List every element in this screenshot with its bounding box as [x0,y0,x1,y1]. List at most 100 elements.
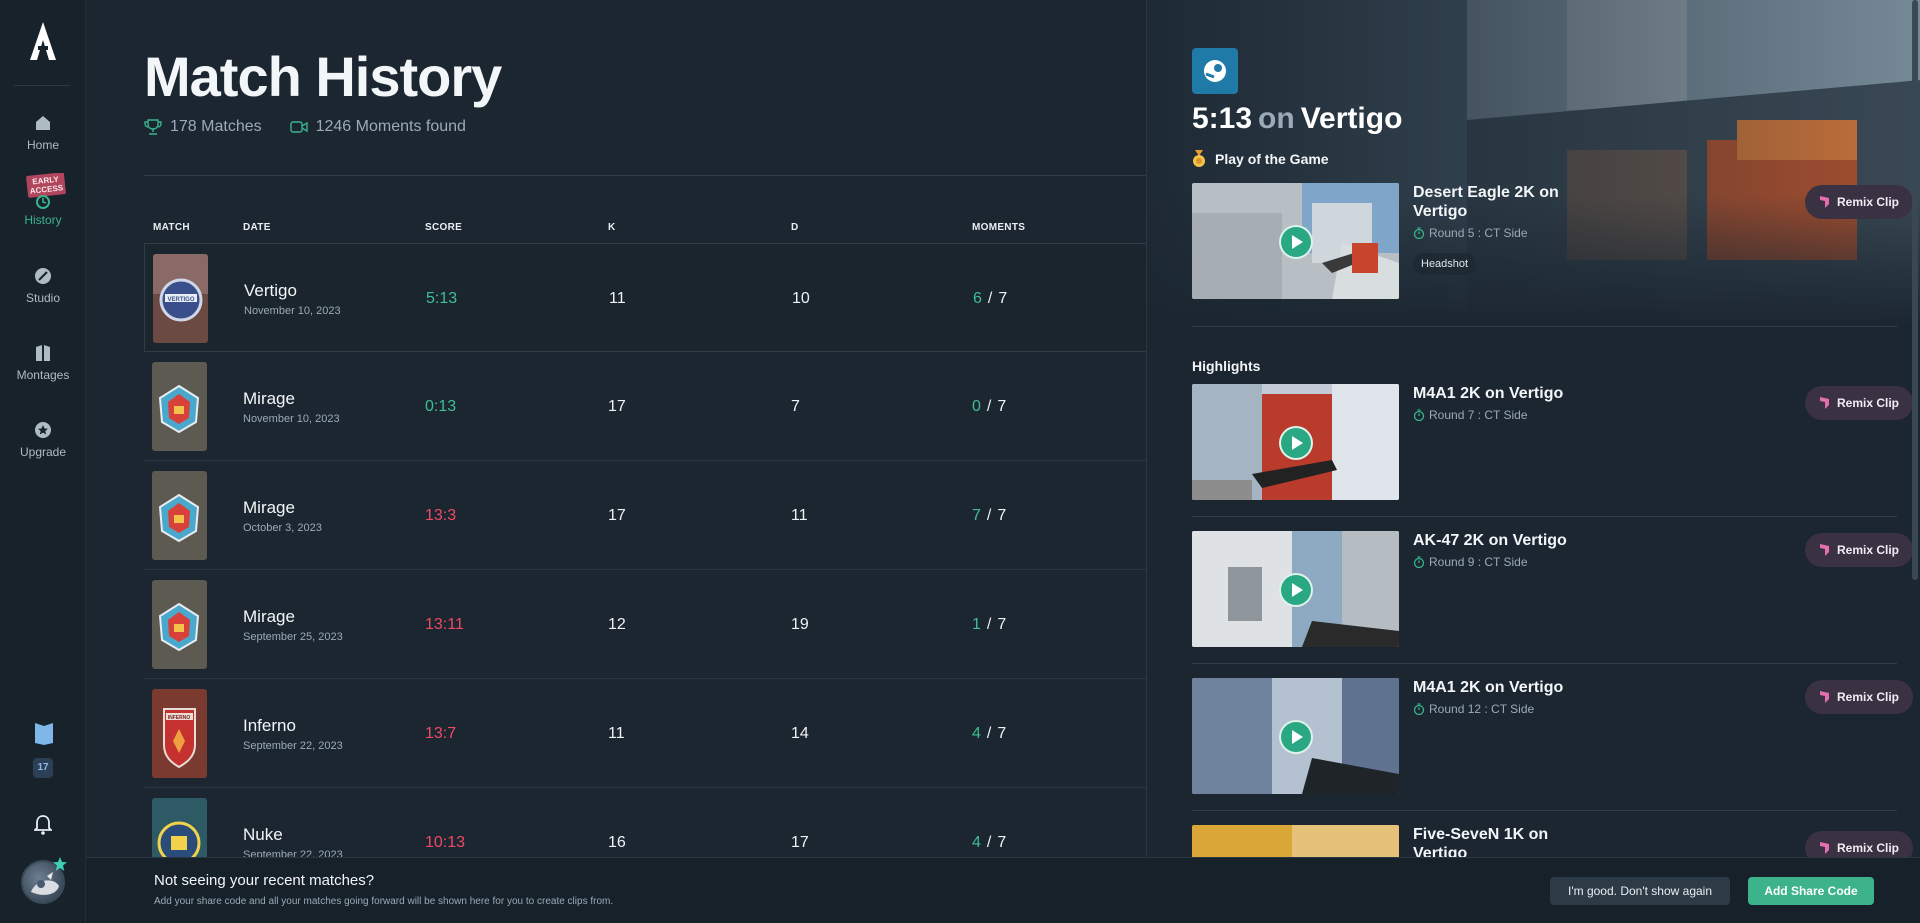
map-name: Mirage [243,389,295,408]
moments-found: 0 [972,398,981,415]
moments-found: 6 [973,290,982,307]
remix-clip-button[interactable]: Remix Clip [1805,185,1913,219]
match-score: 13:3 [425,507,457,524]
hero-map-name: Vertigo [1300,102,1403,135]
stopwatch-icon [1413,703,1425,715]
map-thumbnail-vertigo: VERTIGO [153,254,208,343]
clip-card[interactable]: AK-47 2K on Vertigo Round 9 : CT Side Re… [1192,531,1913,647]
panel-scrollbar[interactable] [1912,0,1918,580]
clip-title: AK-47 2K on Vertigo [1413,532,1567,549]
clip-thumbnail[interactable] [1192,384,1399,500]
banner-subtitle: Add your share code and all your matches… [154,896,614,907]
kills-value: 16 [608,834,626,851]
moments-value: 6/7 [973,290,1008,307]
map-thumbnail-inferno: INFERNO [152,689,207,778]
svg-text:INFERNO: INFERNO [168,715,191,721]
play-icon [1292,436,1303,450]
map-thumbnail-mirage [152,362,207,451]
column-header-deaths[interactable]: D [791,222,799,233]
column-header-date[interactable]: DATE [243,222,271,233]
match-table: VERTIGO Vertigo November 10, 2023 5:13 1… [144,243,1146,897]
remix-clip-button[interactable]: Remix Clip [1805,533,1913,567]
deaths-value: 7 [791,398,800,415]
sidebar-item-upgrade[interactable]: Upgrade [0,420,86,459]
play-button[interactable] [1279,426,1313,460]
play-icon [1292,730,1303,744]
moments-value: 0/7 [972,398,1007,415]
clip-round-text: Round 7 : CT Side [1429,408,1528,422]
sidebar-item-label: Montages [16,368,70,382]
clip-thumbnail[interactable] [1192,531,1399,647]
bell-icon[interactable] [34,815,52,835]
clip-card[interactable]: M4A1 2K on Vertigo Round 12 : CT Side Re… [1192,678,1913,794]
table-row[interactable]: Mirage October 3, 2023 13:3 17 11 7/7 [144,461,1146,570]
moments-value: 4/7 [972,725,1007,742]
kills-value: 12 [608,616,626,633]
remix-clip-button[interactable]: Remix Clip [1805,386,1913,420]
moments-value: 7/7 [972,507,1007,524]
play-button[interactable] [1279,225,1313,259]
table-row[interactable]: INFERNO Inferno September 22, 2023 13:7 … [144,679,1146,788]
clip-title: M4A1 2K on Vertigo [1413,385,1564,402]
column-header-kills[interactable]: K [608,222,616,233]
match-score: 10:13 [425,834,466,851]
sidebar-divider [14,85,70,86]
remix-label: Remix Clip [1836,195,1899,209]
table-row[interactable]: Mirage September 25, 2023 13:11 12 19 1/… [144,570,1146,679]
moments-found: 4 [972,725,981,742]
column-header-match[interactable]: MATCH [153,222,190,233]
play-button[interactable] [1279,573,1313,607]
clip-thumbnail[interactable] [1192,825,1399,857]
deaths-value: 11 [791,507,808,524]
clip-round-text: Round 9 : CT Side [1429,555,1528,569]
sidebar-item-studio[interactable]: Studio [0,266,86,305]
sidebar-item-montages[interactable]: Montages [0,343,86,382]
clip-card[interactable]: M4A1 2K on Vertigo Round 7 : CT Side Rem… [1192,384,1913,500]
remix-clip-button[interactable]: Remix Clip [1805,831,1913,857]
header-divider [144,175,1146,176]
sidebar-item-home[interactable]: Home [0,113,86,152]
map-thumbnail-mirage [152,580,207,669]
app-logo-icon[interactable] [30,22,56,60]
add-share-code-button[interactable]: Add Share Code [1748,877,1874,905]
sidebar-item-label: Studio [25,291,61,305]
clip-card-potg[interactable]: Desert Eagle 2K on Vertigo Round 5 : CT … [1192,183,1913,299]
history-icon [36,195,50,209]
remix-label: Remix Clip [1836,690,1899,704]
table-row[interactable]: Mirage November 10, 2023 0:13 17 7 0/7 [144,352,1146,461]
moments-total: 7 [997,725,1007,742]
clip-divider [1192,810,1897,811]
map-thumbnail-mirage [152,471,207,560]
guide-book-icon[interactable] [33,721,55,745]
moments-found: 4 [972,834,981,851]
steam-button[interactable] [1192,48,1238,94]
potg-text: Play of the Game [1215,151,1329,167]
clip-round: Round 12 : CT Side [1413,702,1534,716]
sidebar-item-label: Upgrade [19,445,67,459]
clip-divider [1192,663,1897,664]
table-row[interactable]: VERTIGO Vertigo November 10, 2023 5:13 1… [144,243,1146,352]
moments-total: 7 [998,290,1008,307]
remix-clip-button[interactable]: Remix Clip [1805,680,1913,714]
kills-value: 11 [608,725,625,742]
column-header-moments[interactable]: MOMENTS [972,222,1025,233]
clip-thumbnail[interactable] [1192,678,1399,794]
play-button[interactable] [1279,720,1313,754]
remix-icon [1819,397,1829,409]
moments-total: 7 [997,616,1007,633]
remix-icon [1819,842,1829,854]
medal-icon [1193,150,1205,167]
column-header-score[interactable]: SCORE [425,222,462,233]
clip-divider [1192,516,1897,517]
moments-total: 7 [997,398,1007,415]
dismiss-banner-button[interactable]: I'm good. Don't show again [1550,877,1730,905]
clip-round: Round 9 : CT Side [1413,555,1528,569]
trophy-icon [144,119,162,135]
clip-thumbnail[interactable] [1192,183,1399,299]
remix-label: Remix Clip [1836,396,1899,410]
sidebar-item-history[interactable]: History [0,194,86,227]
clip-title: M4A1 2K on Vertigo [1413,679,1564,696]
sidebar-item-label: History [24,213,62,227]
map-name: Mirage [243,607,295,626]
clip-card[interactable]: Five-SeveN 1K on Vertigo Remix Clip [1192,825,1913,857]
